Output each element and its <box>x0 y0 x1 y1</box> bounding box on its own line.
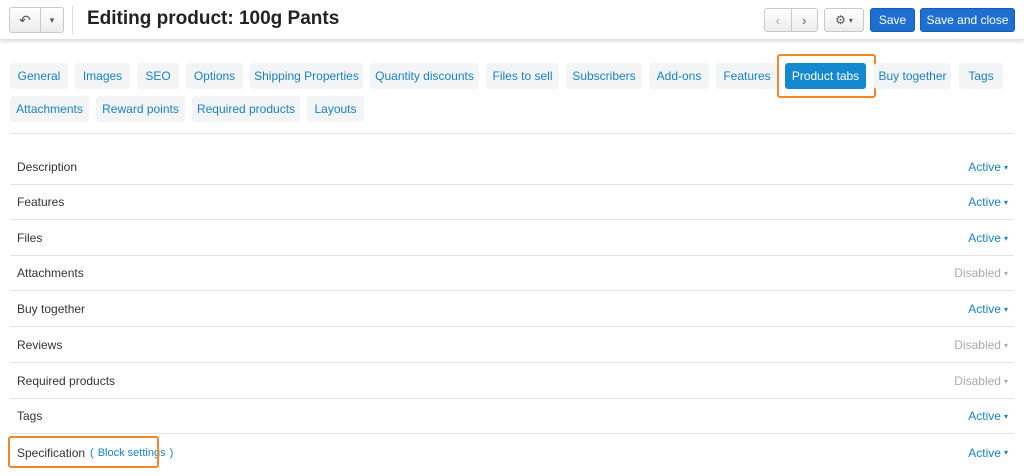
status-label: Disabled <box>954 374 1001 388</box>
tab-options[interactable]: Options <box>186 63 243 89</box>
tab-buy-together[interactable]: Buy together <box>874 63 951 89</box>
chevron-down-icon: ▾ <box>1003 233 1008 243</box>
tabs-divider <box>10 133 1014 134</box>
status-label: Active <box>968 302 1001 316</box>
status-dropdown[interactable]: Active ▾ <box>968 409 1008 423</box>
status-dropdown[interactable]: Disabled ▾ <box>954 338 1008 352</box>
list-item-specification: Specification ( Block settings ) Active … <box>10 435 1014 470</box>
status-label: Active <box>968 231 1001 245</box>
tab-name: Tags <box>17 409 43 423</box>
tab-name: Reviews <box>17 338 63 352</box>
status-label: Disabled <box>954 338 1001 352</box>
list-item-features: Features Active ▾ <box>10 185 1014 220</box>
tab-product-tabs[interactable]: Product tabs <box>785 63 866 89</box>
tab-seo[interactable]: SEO <box>137 63 179 89</box>
status-label: Disabled <box>954 266 1001 280</box>
list-item-reviews: Reviews Disabled ▾ <box>10 328 1014 363</box>
status-dropdown[interactable]: Disabled ▾ <box>954 374 1008 388</box>
tab-attachments[interactable]: Attachments <box>10 96 89 122</box>
status-label: Active <box>968 445 1001 460</box>
paren-close: ) <box>169 446 174 459</box>
chevron-down-icon: ▾ <box>1003 376 1008 386</box>
tab-features[interactable]: Features <box>716 63 778 89</box>
tab-name: Required products <box>17 374 116 388</box>
tab-general[interactable]: General <box>10 63 68 89</box>
chevron-left-icon: ‹ <box>775 12 780 28</box>
header-divider <box>72 6 73 34</box>
back-button[interactable]: ↶ <box>10 8 41 32</box>
status-label: Active <box>968 195 1001 209</box>
tab-reward-points[interactable]: Reward points <box>96 96 185 122</box>
save-and-close-button[interactable]: Save and close <box>920 8 1015 32</box>
list-item-tags: Tags Active ▾ <box>10 399 1014 434</box>
tab-required-products[interactable]: Required products <box>192 96 300 122</box>
tab-name: Attachments <box>17 266 84 280</box>
tab-quantity-discounts[interactable]: Quantity discounts <box>370 63 479 89</box>
list-item-attachments: Attachments Disabled ▾ <box>10 256 1014 291</box>
list-item-description: Description Active ▾ <box>10 150 1014 185</box>
gear-icon: ⚙ <box>835 13 846 27</box>
top-toolbar: ↶ ▾ Editing product: 100g Pants ‹ › ⚙ ▾ … <box>0 0 1024 40</box>
tab-subscribers[interactable]: Subscribers <box>566 63 642 89</box>
next-product-button[interactable]: › <box>792 9 818 31</box>
tab-tags[interactable]: Tags <box>959 63 1003 89</box>
list-item-buy-together: Buy together Active ▾ <box>10 292 1014 327</box>
chevron-down-icon: ▾ <box>848 15 853 25</box>
chevron-down-icon: ▾ <box>1003 448 1008 457</box>
chevron-down-icon: ▾ <box>49 14 55 25</box>
tab-name: Description <box>17 160 78 174</box>
chevron-down-icon: ▾ <box>1003 197 1008 207</box>
paren-open: ( <box>90 446 94 459</box>
tab-images[interactable]: Images <box>75 63 130 89</box>
status-dropdown[interactable]: Active ▾ <box>968 195 1008 209</box>
status-label: Active <box>968 160 1001 174</box>
back-button-group: ↶ ▾ <box>9 7 64 33</box>
back-arrow-icon: ↶ <box>19 11 31 28</box>
save-button[interactable]: Save <box>870 8 915 32</box>
list-item-files: Files Active ▾ <box>10 221 1014 256</box>
tab-name: Features <box>17 195 65 209</box>
status-label: Active <box>968 409 1001 423</box>
tab-name: Specification <box>17 445 86 460</box>
list-item-required-products: Required products Disabled ▾ <box>10 364 1014 399</box>
tab-shipping-properties[interactable]: Shipping Properties <box>250 63 363 89</box>
chevron-down-icon: ▾ <box>1003 340 1008 350</box>
chevron-down-icon: ▾ <box>1003 411 1008 421</box>
tab-layouts[interactable]: Layouts <box>307 96 364 122</box>
status-dropdown[interactable]: Active ▾ <box>968 231 1008 245</box>
chevron-down-icon: ▾ <box>1003 268 1008 278</box>
status-dropdown[interactable]: Disabled ▾ <box>954 266 1008 280</box>
tab-add-ons[interactable]: Add-ons <box>649 63 709 89</box>
settings-dropdown-button[interactable]: ⚙ ▾ <box>824 8 864 32</box>
product-navigation: ‹ › <box>764 8 818 32</box>
status-dropdown[interactable]: Active ▾ <box>968 160 1008 174</box>
status-dropdown[interactable]: Active ▾ <box>968 446 1008 460</box>
page-title: Editing product: 100g Pants <box>87 8 340 29</box>
tab-files-to-sell[interactable]: Files to sell <box>486 63 559 89</box>
chevron-down-icon: ▾ <box>1003 304 1008 314</box>
chevron-right-icon: › <box>802 12 807 28</box>
status-dropdown[interactable]: Active ▾ <box>968 302 1008 316</box>
tab-name: Files <box>17 231 43 245</box>
back-dropdown-button[interactable]: ▾ <box>41 8 63 32</box>
tab-name: Buy together <box>17 302 86 316</box>
block-settings-link[interactable]: Block settings <box>98 447 166 459</box>
chevron-down-icon: ▾ <box>1003 162 1008 172</box>
previous-product-button[interactable]: ‹ <box>765 9 792 31</box>
